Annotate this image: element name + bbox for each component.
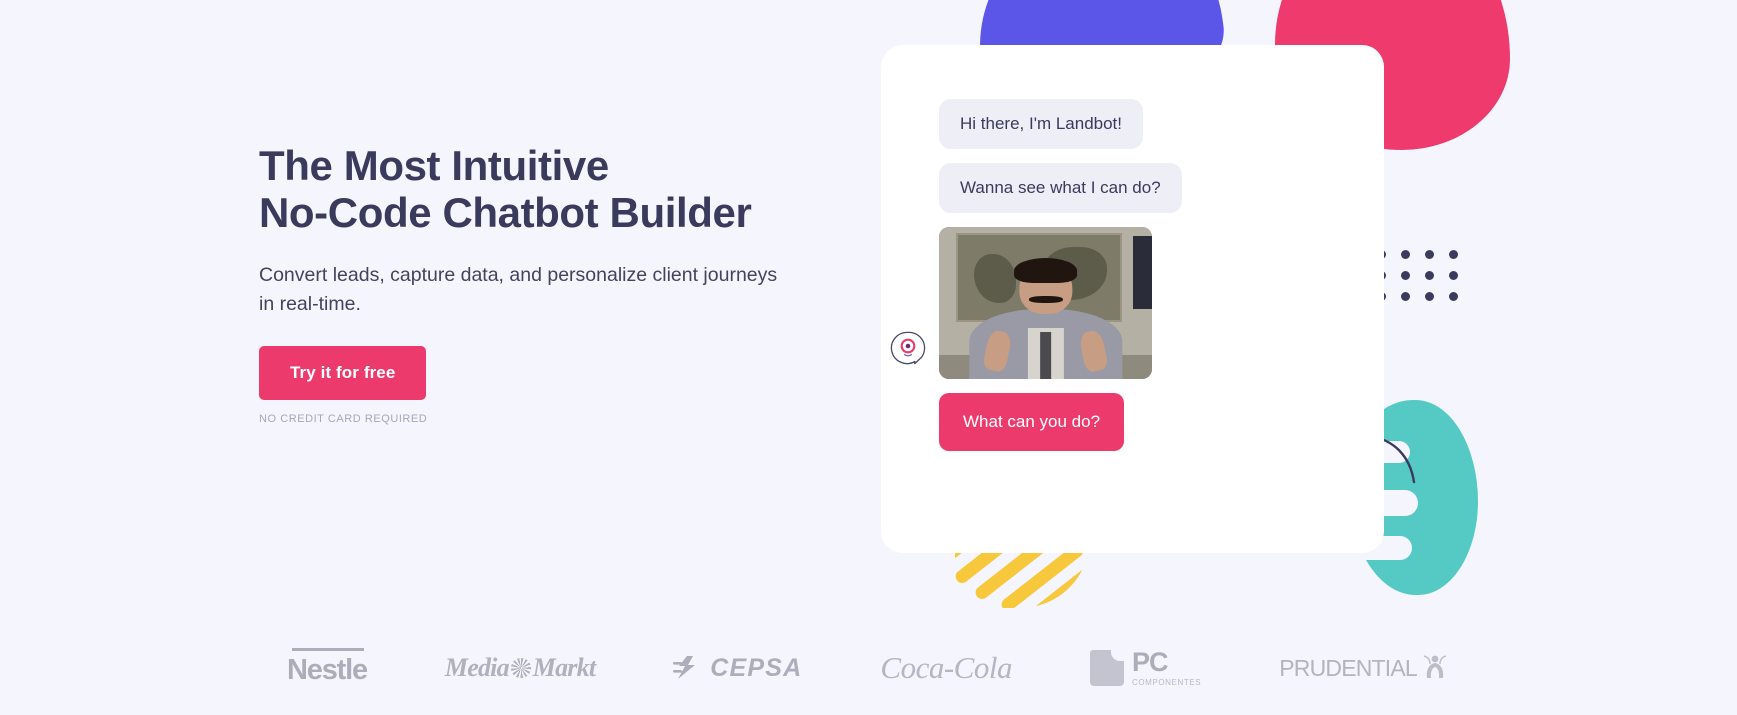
logo-cepsa: CEPSA <box>673 647 802 689</box>
logo-prudential-label: PRUDENTIAL <box>1279 654 1418 681</box>
decorative-dot <box>1449 250 1458 259</box>
logo-pc-label: PC <box>1131 647 1169 677</box>
bot-message-gif <box>939 227 1152 380</box>
decorative-dot <box>1401 292 1410 301</box>
bot-message-bubble: Hi there, I'm Landbot! <box>939 99 1143 150</box>
decorative-dot <box>1401 250 1410 259</box>
hero-section: The Most Intuitive No-Code Chatbot Build… <box>0 0 1737 715</box>
cepsa-flame-icon <box>673 656 696 679</box>
hero-subtitle: Convert leads, capture data, and persona… <box>259 264 778 316</box>
chat-message-row <box>939 227 1360 380</box>
logo-cepsa-label: CEPSA <box>710 653 803 682</box>
gif-hair <box>1013 257 1078 284</box>
bot-message-bubble: Wanna see what I can do? <box>939 163 1182 214</box>
decorative-dot <box>1449 292 1458 301</box>
decorative-dot-grid <box>1377 250 1463 301</box>
gif-tie <box>1039 332 1052 380</box>
logo-pc-sublabel: COMPONENTES <box>1131 678 1202 687</box>
logo-coca-cola: Coca-Cola <box>880 650 1012 685</box>
gif-dark-panel <box>1132 236 1152 310</box>
user-reply-button[interactable]: What can you do? <box>939 393 1125 452</box>
chat-message-row: Wanna see what I can do? <box>939 163 1360 227</box>
pccomponentes-wordmark: PC COMPONENTES <box>1131 647 1202 688</box>
chat-message-row: Hi there, I'm Landbot! <box>939 99 1360 163</box>
logo-mediamarkt-markt: Markt <box>532 653 596 682</box>
logo-prudential: PRUDENTIAL <box>1279 647 1450 689</box>
prudential-figure-icon <box>1423 655 1447 678</box>
gif-moustache <box>1028 295 1063 304</box>
logo-mediamarkt: Media Markt <box>444 647 596 689</box>
mediamarkt-swirl-icon <box>510 658 531 678</box>
logo-nestle: Nestle <box>287 645 368 691</box>
chat-message-list: Hi there, I'm Landbot! Wanna see what I … <box>939 99 1360 465</box>
logo-mediamarkt-media: Media <box>444 653 510 682</box>
decorative-dot <box>1425 271 1434 280</box>
decorative-dot <box>1425 250 1434 259</box>
decorative-dot <box>1449 271 1458 280</box>
hero-copy: The Most Intuitive No-Code Chatbot Build… <box>259 142 819 425</box>
try-it-for-free-button[interactable]: Try it for free <box>259 345 427 400</box>
chat-message-row: What can you do? <box>939 393 1360 465</box>
pccomponentes-box-icon <box>1089 650 1124 686</box>
chat-preview-card: Hi there, I'm Landbot! Wanna see what I … <box>881 45 1384 553</box>
page-title: The Most Intuitive No-Code Chatbot Build… <box>259 142 752 237</box>
decorative-dot <box>1425 292 1434 301</box>
landbot-avatar-icon <box>890 331 926 365</box>
decorative-dot <box>1401 271 1410 280</box>
no-credit-card-note: NO CREDIT CARD REQUIRED <box>259 412 428 425</box>
customer-logo-strip: Nestle Media Markt CEPSA Coca-Cola PC CO… <box>0 638 1737 698</box>
logo-pccomponentes: PC COMPONENTES <box>1089 647 1202 689</box>
decorative-stripe <box>1028 567 1090 608</box>
